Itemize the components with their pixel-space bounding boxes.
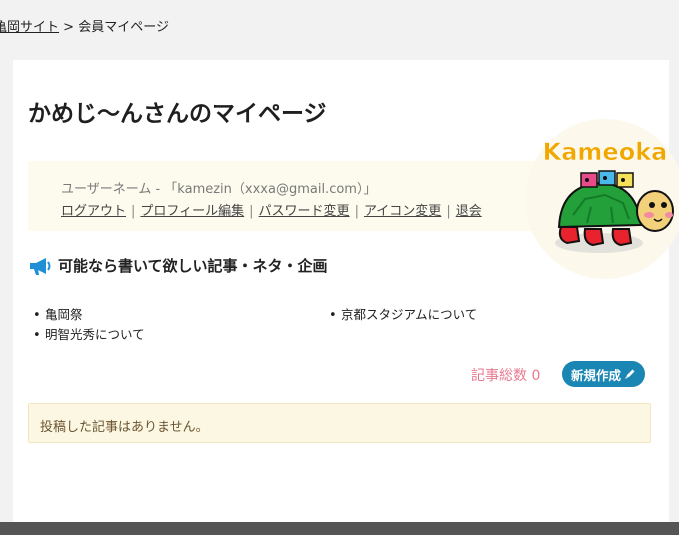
- profile-edit-link[interactable]: プロフィール編集: [140, 204, 244, 219]
- breadcrumb-separator: >: [63, 20, 75, 35]
- request-item: 明智光秀について: [33, 324, 145, 343]
- request-heading-text: 可能なら書いて欲しい記事・ネタ・企画: [58, 257, 328, 275]
- empty-articles-message: 投稿した記事はありません。: [40, 420, 209, 435]
- link-separator: |: [131, 204, 136, 219]
- breadcrumb-site-link[interactable]: 亀岡サイト: [0, 20, 59, 35]
- megaphone-icon: [30, 257, 51, 275]
- withdraw-link[interactable]: 退会: [456, 204, 482, 219]
- page-title: かめじ〜んさんのマイページ: [28, 101, 327, 127]
- link-separator: |: [249, 204, 254, 219]
- bottom-bar: [0, 522, 679, 535]
- request-item: 京都スタジアムについて: [329, 304, 477, 323]
- user-info: ユーザーネーム - 「kamezin（xxxa@gmail.com）」: [61, 182, 377, 197]
- breadcrumb-current: 会員マイページ: [78, 20, 169, 35]
- main-card: かめじ〜んさんのマイページ ユーザーネーム - 「kamezin（xxxa@gm…: [13, 60, 679, 522]
- link-separator: |: [354, 204, 359, 219]
- icon-change-link[interactable]: アイコン変更: [364, 204, 441, 219]
- new-article-button-label: 新規作成: [570, 367, 621, 383]
- empty-articles-notice: 投稿した記事はありません。: [28, 403, 651, 443]
- kameoka-logo: Kameoka: [525, 119, 679, 279]
- pen-icon: [625, 369, 635, 379]
- article-count: 記事総数 0: [471, 368, 541, 384]
- request-heading: 可能なら書いて欲しい記事・ネタ・企画: [28, 255, 328, 276]
- new-article-button[interactable]: 新規作成: [562, 361, 645, 387]
- password-change-link[interactable]: パスワード変更: [259, 204, 350, 219]
- breadcrumb: 亀岡サイト > 会員マイページ: [0, 16, 169, 35]
- user-links: ログアウト | プロフィール編集 | パスワード変更 | アイコン変更 | 退会: [61, 200, 482, 219]
- request-item: 亀岡祭: [33, 304, 83, 323]
- link-separator: |: [446, 204, 451, 219]
- logo-text: Kameoka: [543, 138, 668, 166]
- logout-link[interactable]: ログアウト: [61, 204, 126, 219]
- user-info-box: ユーザーネーム - 「kamezin（xxxa@gmail.com）」 ログアウ…: [28, 161, 540, 231]
